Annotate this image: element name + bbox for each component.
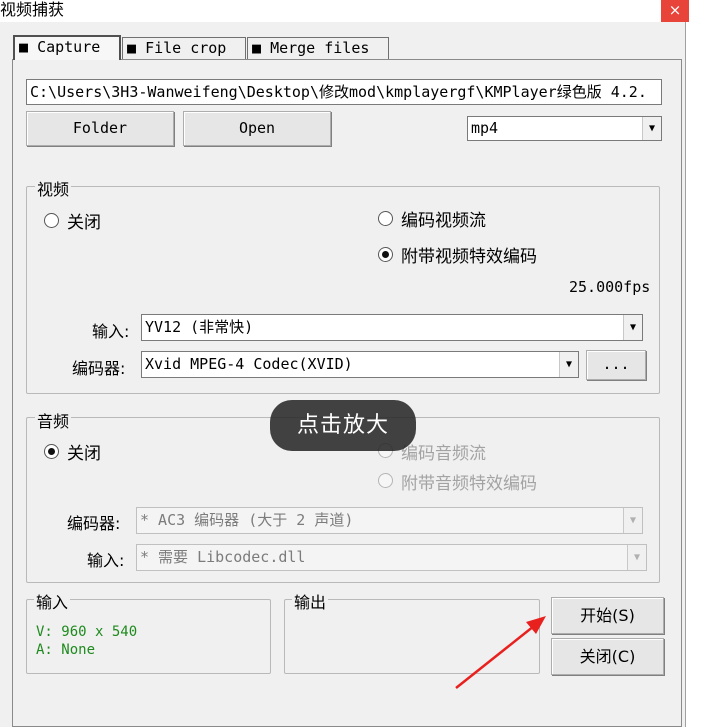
tab-capture[interactable]: ■ Capture bbox=[13, 35, 121, 60]
zoom-hint-overlay[interactable]: 点击放大 bbox=[270, 400, 416, 451]
tab-label: Capture bbox=[37, 38, 101, 56]
video-codec-select[interactable]: Xvid MPEG-4 Codec(XVID) ▼ bbox=[141, 351, 579, 378]
square-icon: ■ bbox=[127, 39, 137, 57]
audio-encode-stream-label: 编码音频流 bbox=[401, 444, 486, 464]
tab-label: Merge files bbox=[270, 39, 370, 57]
codec-settings-button[interactable]: ... bbox=[586, 350, 646, 380]
output-info-label: 输出 bbox=[292, 589, 329, 613]
audio-input-value: * 需要 Libcodec.dll bbox=[140, 548, 306, 566]
close-button[interactable]: 关闭(C) bbox=[551, 638, 664, 675]
chevron-down-icon[interactable]: ▼ bbox=[559, 352, 578, 377]
video-input-select[interactable]: YV12 (非常快) ▼ bbox=[141, 314, 643, 341]
annotation-arrow-icon bbox=[455, 616, 546, 689]
video-input-value: YV12 (非常快) bbox=[145, 318, 254, 336]
audio-with-effects-label: 附带音频特效编码 bbox=[401, 474, 537, 494]
format-select[interactable]: mp4 ▼ bbox=[467, 116, 662, 141]
video-codec-value: Xvid MPEG-4 Codec(XVID) bbox=[145, 355, 353, 373]
open-button[interactable]: Open bbox=[183, 111, 331, 146]
tab-merge-files[interactable]: ■ Merge files bbox=[247, 37, 389, 60]
video-with-effects-radio[interactable] bbox=[378, 247, 393, 262]
input-audio-info: A: None bbox=[36, 642, 96, 658]
video-encode-stream-radio[interactable] bbox=[378, 211, 393, 226]
chevron-down-icon[interactable]: ▼ bbox=[642, 117, 661, 140]
video-fps: 25.000fps bbox=[569, 278, 651, 296]
video-codec-label: 编码器: bbox=[72, 359, 126, 378]
window-title: 视频捕获 bbox=[0, 0, 65, 19]
video-encode-stream-label: 编码视频流 bbox=[401, 211, 486, 231]
audio-codec-select[interactable]: * AC3 编码器 (大于 2 声道) ▼ bbox=[136, 507, 643, 534]
audio-codec-label: 编码器: bbox=[67, 514, 121, 533]
chevron-down-icon[interactable]: ▼ bbox=[623, 508, 642, 533]
chevron-down-icon[interactable]: ▼ bbox=[623, 315, 642, 340]
folder-button[interactable]: Folder bbox=[26, 111, 174, 146]
audio-with-effects-radio[interactable] bbox=[378, 473, 393, 488]
start-button[interactable]: 开始(S) bbox=[551, 597, 664, 634]
input-video-info: V: 960 x 540 bbox=[36, 624, 138, 640]
format-select-value: mp4 bbox=[471, 119, 499, 137]
square-icon: ■ bbox=[19, 38, 29, 56]
window-close-button[interactable]: × bbox=[661, 0, 689, 22]
square-icon: ■ bbox=[252, 39, 262, 57]
audio-input-select[interactable]: * 需要 Libcodec.dll ▼ bbox=[136, 544, 647, 571]
tab-file-crop[interactable]: ■ File crop bbox=[122, 37, 246, 60]
chevron-down-icon[interactable]: ▼ bbox=[627, 545, 646, 570]
video-group-label: 视频 bbox=[35, 176, 72, 200]
video-with-effects-label: 附带视频特效编码 bbox=[401, 247, 537, 267]
tab-label: File crop bbox=[145, 39, 227, 57]
output-path-field[interactable]: C:\Users\3H3-Wanweifeng\Desktop\修改mod\km… bbox=[26, 79, 662, 105]
audio-group-label: 音频 bbox=[35, 408, 72, 432]
video-input-label: 输入: bbox=[92, 322, 130, 341]
video-off-radio[interactable] bbox=[44, 213, 59, 228]
audio-off-label: 关闭 bbox=[67, 444, 101, 464]
audio-codec-value: * AC3 编码器 (大于 2 声道) bbox=[140, 511, 354, 529]
audio-off-radio[interactable] bbox=[44, 444, 59, 459]
video-off-label: 关闭 bbox=[67, 213, 101, 233]
input-info-label: 输入 bbox=[34, 589, 71, 613]
audio-input-label: 输入: bbox=[87, 551, 125, 570]
